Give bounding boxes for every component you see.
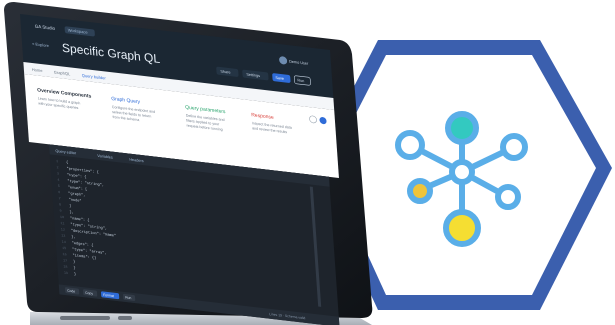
line-number: 5	[58, 185, 60, 189]
laptop-and-graph-illustration: GA Studio Workspace < Explore Specific G…	[4, 2, 612, 325]
line-number: 11	[60, 222, 64, 226]
run-button-label: Run	[297, 78, 304, 83]
line-number: 4	[57, 179, 59, 183]
line-number: 19	[64, 272, 68, 276]
line-number: 8	[59, 203, 61, 207]
line-number: 10	[60, 216, 64, 220]
app-screen: GA Studio Workspace < Explore Specific G…	[20, 14, 340, 325]
line-number: 2	[56, 166, 58, 170]
code-line: {	[66, 160, 69, 165]
line-number: 7	[59, 197, 61, 201]
line-number: 9	[59, 210, 61, 214]
line-number: 16	[63, 253, 67, 257]
line-number: 18	[63, 265, 67, 269]
code-line: ]	[69, 204, 72, 209]
line-number: 12	[61, 228, 65, 232]
code-line: }	[74, 272, 77, 277]
line-number: 13	[61, 234, 65, 238]
line-number: 6	[58, 191, 60, 195]
code-line: },	[71, 235, 76, 240]
hero-illustration: GA Studio Workspace < Explore Specific G…	[0, 0, 615, 325]
line-number: 1	[56, 160, 58, 164]
run-query-button-label: Run	[125, 295, 132, 300]
line-number: 15	[62, 247, 66, 251]
line-number: 3	[57, 172, 59, 176]
code-line: },	[69, 210, 74, 215]
code-line: }	[73, 266, 76, 271]
line-number: 14	[62, 241, 66, 245]
line-number: 17	[63, 259, 67, 263]
code-line: }	[73, 259, 76, 264]
